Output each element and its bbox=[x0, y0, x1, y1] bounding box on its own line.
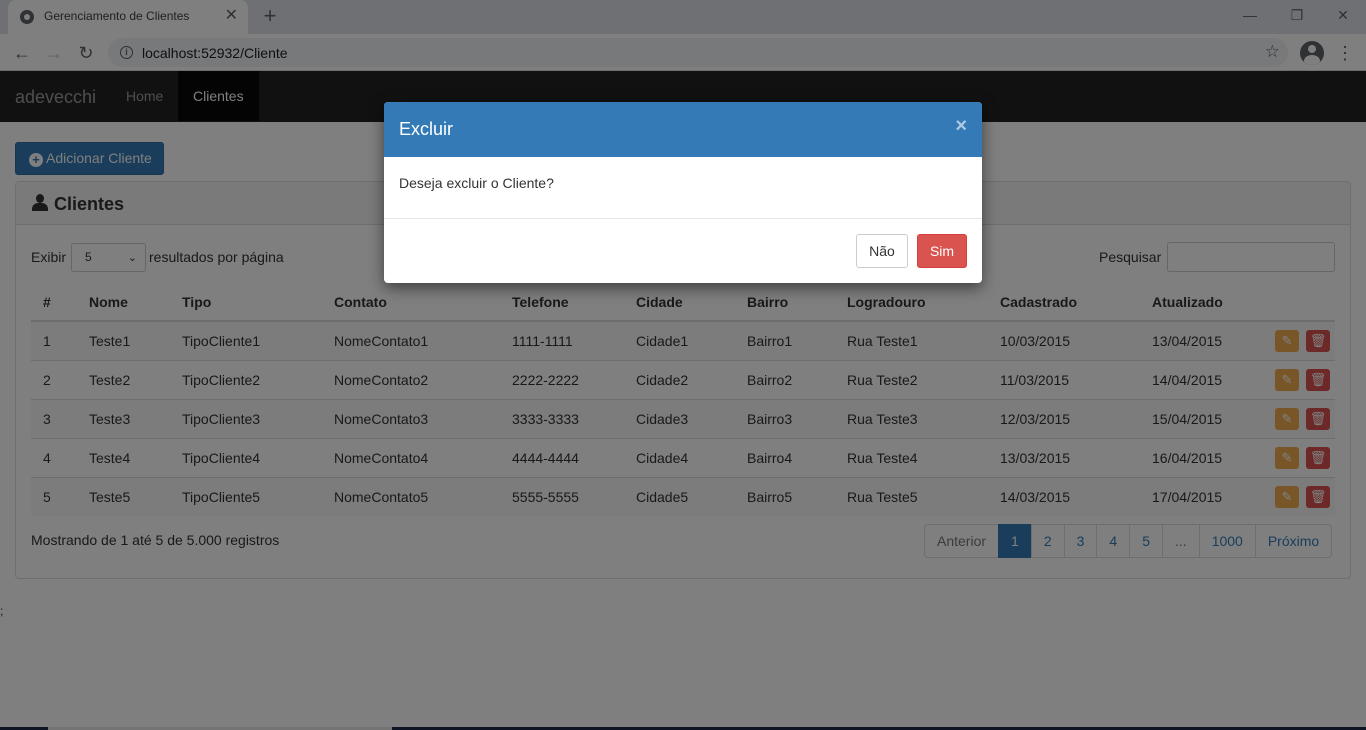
no-button[interactable]: Não bbox=[856, 234, 908, 268]
yes-button[interactable]: Sim bbox=[917, 234, 967, 268]
delete-modal: Excluir × Deseja excluir o Cliente? Não … bbox=[384, 102, 982, 283]
close-icon[interactable]: × bbox=[955, 115, 967, 138]
modal-title: Excluir bbox=[399, 119, 454, 139]
modal-header: Excluir × bbox=[384, 102, 982, 157]
modal-message: Deseja excluir o Cliente? bbox=[399, 175, 554, 191]
